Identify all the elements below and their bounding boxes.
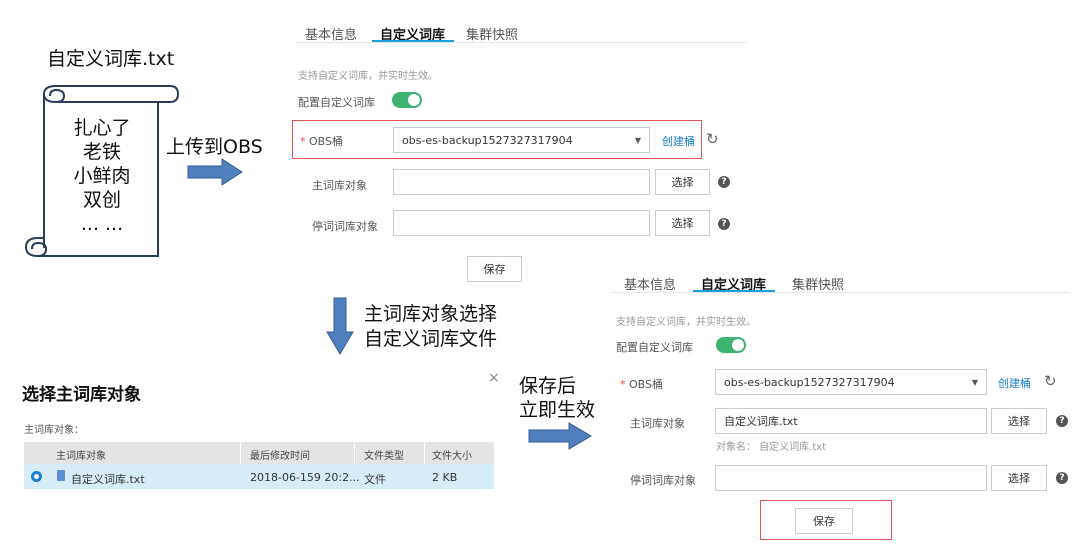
tab-cluster-snapshot[interactable]: 集群快照 bbox=[792, 274, 844, 293]
object-name-text: 对象名： 自定义词库.txt bbox=[716, 442, 827, 453]
save-annotation-line: 保存后 bbox=[519, 375, 577, 397]
main-dictionary-input[interactable] bbox=[393, 169, 650, 195]
chevron-down-icon: ▼ bbox=[971, 377, 978, 387]
toggle-label: 配置自定义词库 bbox=[616, 341, 693, 354]
refresh-icon[interactable]: ↻ bbox=[706, 130, 719, 148]
help-icon[interactable]: ? bbox=[1056, 415, 1068, 427]
file-icon bbox=[57, 470, 65, 481]
scroll-line: 扎心了 bbox=[73, 117, 131, 139]
tab-basic-info[interactable]: 基本信息 bbox=[305, 24, 357, 43]
main-dictionary-select-button[interactable]: 选择 bbox=[991, 408, 1047, 434]
row-file-name: 自定义词库.txt bbox=[71, 473, 145, 486]
obs-label: * OBS桶 bbox=[620, 378, 663, 391]
dialog-subtitle: 主词库对象： bbox=[24, 425, 84, 436]
obs-bucket-select[interactable]: obs-es-backup1527327317904 ▼ bbox=[393, 127, 650, 153]
custom-dictionary-toggle[interactable] bbox=[392, 92, 422, 108]
obs-bucket-value: obs-es-backup1527327317904 bbox=[724, 375, 895, 389]
column-header-size: 文件大小 bbox=[432, 451, 472, 462]
right-arrow-icon bbox=[528, 422, 592, 450]
tab-cluster-snapshot[interactable]: 集群快照 bbox=[466, 24, 518, 43]
main-dictionary-input[interactable]: 自定义词库.txt bbox=[715, 408, 987, 434]
row-size: 2 KB bbox=[432, 471, 458, 484]
stop-dictionary-select-button[interactable]: 选择 bbox=[991, 465, 1047, 491]
select-annotation: 主词库对象选择 自定义词库文件 bbox=[364, 302, 497, 352]
main-dictionary-label: 主词库对象 bbox=[312, 179, 367, 192]
stop-dictionary-label: 停词词库对象 bbox=[630, 474, 696, 487]
save-annotation-line: 立即生效 bbox=[519, 399, 596, 421]
active-tab-indicator bbox=[372, 40, 454, 42]
create-bucket-link[interactable]: 创建桶 bbox=[662, 133, 695, 149]
help-icon[interactable]: ? bbox=[718, 218, 730, 230]
help-icon[interactable]: ? bbox=[718, 176, 730, 188]
select-annotation-line: 自定义词库文件 bbox=[364, 328, 498, 350]
radio-dot bbox=[34, 474, 39, 479]
column-header-modified: 最后修改时间 bbox=[250, 451, 310, 462]
right-arrow-icon bbox=[187, 158, 243, 186]
main-dictionary-select-button[interactable]: 选择 bbox=[655, 169, 710, 195]
scroll-line: 双创 bbox=[82, 189, 121, 211]
create-bucket-link[interactable]: 创建桶 bbox=[998, 375, 1031, 391]
stop-dictionary-input[interactable] bbox=[393, 210, 650, 236]
upload-annotation: 上传到OBS bbox=[166, 136, 263, 158]
save-annotation: 保存后 立即生效 bbox=[519, 374, 595, 422]
hint-text: 支持自定义词库，并实时生效。 bbox=[616, 317, 756, 328]
toggle-label: 配置自定义词库 bbox=[298, 96, 375, 109]
save-button[interactable]: 保存 bbox=[467, 256, 522, 282]
save-button[interactable]: 保存 bbox=[795, 508, 853, 534]
tab-basic-info[interactable]: 基本信息 bbox=[624, 274, 676, 293]
main-dictionary-label: 主词库对象 bbox=[630, 417, 685, 430]
hint-text: 支持自定义词库，并实时生效。 bbox=[298, 71, 438, 82]
select-annotation-line: 主词库对象选择 bbox=[364, 303, 498, 325]
column-header-name: 主词库对象 bbox=[56, 451, 106, 462]
scroll-line: 小鲜肉 bbox=[73, 165, 131, 187]
stop-dictionary-label: 停词词库对象 bbox=[312, 220, 378, 233]
row-type: 文件 bbox=[364, 473, 386, 486]
scroll-filename: 自定义词库.txt bbox=[47, 48, 175, 70]
help-icon[interactable]: ? bbox=[1056, 472, 1068, 484]
chevron-down-icon: ▼ bbox=[634, 135, 641, 145]
scroll-line: ... ... bbox=[80, 213, 124, 235]
scroll-content: 扎心了 老铁 小鲜肉 双创 ... ... bbox=[47, 116, 157, 236]
stop-dictionary-input[interactable] bbox=[715, 465, 987, 491]
down-arrow-icon bbox=[326, 297, 354, 355]
close-icon[interactable]: × bbox=[488, 370, 500, 386]
dialog-title: 选择主词库对象 bbox=[22, 385, 141, 405]
obs-label: * OBS桶 bbox=[300, 135, 343, 148]
column-header-type: 文件类型 bbox=[364, 451, 404, 462]
active-tab-indicator bbox=[693, 290, 775, 292]
obs-bucket-select[interactable]: obs-es-backup1527327317904 ▼ bbox=[715, 369, 987, 395]
row-modified: 2018-06-159 20:2... bbox=[250, 471, 360, 484]
custom-dictionary-toggle[interactable] bbox=[716, 337, 746, 353]
stop-dictionary-select-button[interactable]: 选择 bbox=[655, 210, 710, 236]
obs-bucket-value: obs-es-backup1527327317904 bbox=[402, 133, 573, 147]
refresh-icon[interactable]: ↻ bbox=[1044, 372, 1057, 390]
tab-bar bbox=[295, 20, 747, 43]
scroll-line: 老铁 bbox=[82, 141, 121, 163]
